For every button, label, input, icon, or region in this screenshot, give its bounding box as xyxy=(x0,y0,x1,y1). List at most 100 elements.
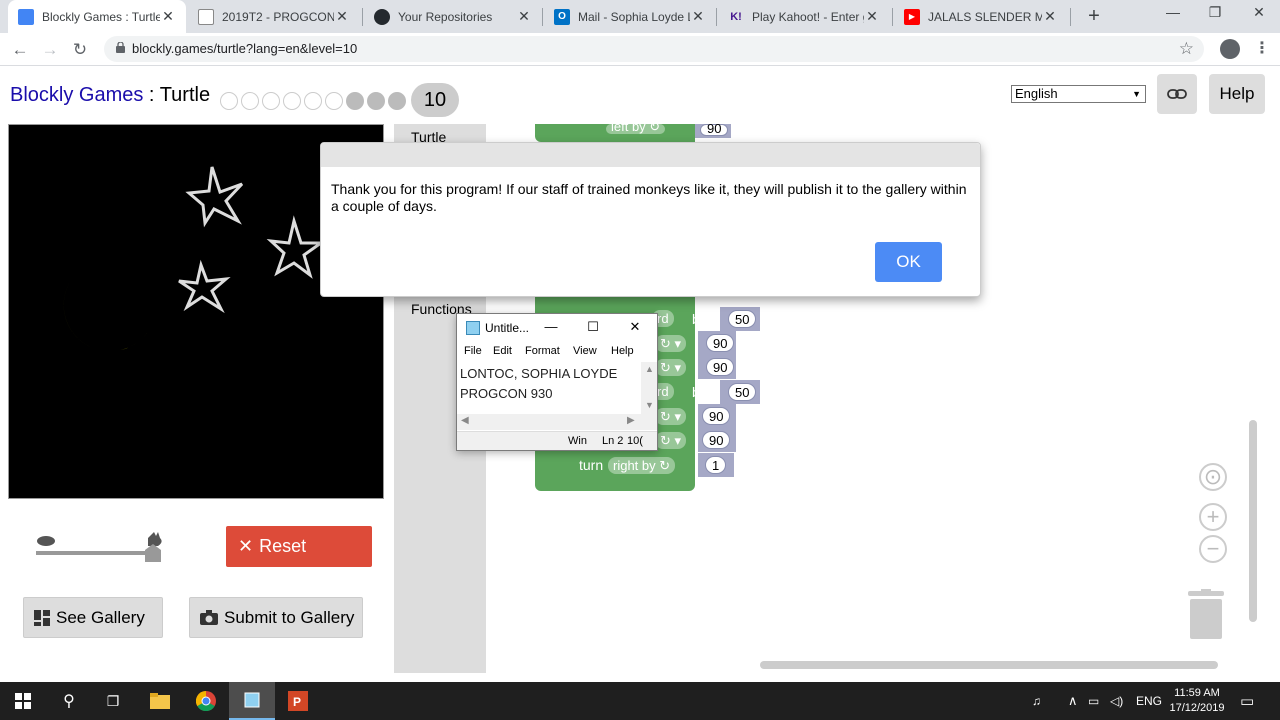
zoom-out-icon[interactable]: − xyxy=(1199,535,1227,563)
close-tab-icon[interactable]: ✕ xyxy=(1042,8,1058,25)
level-dot[interactable] xyxy=(283,91,301,110)
reset-button[interactable]: ✕ Reset xyxy=(226,526,372,567)
bookmark-star-icon[interactable]: ☆ xyxy=(1179,39,1194,59)
menu-help[interactable]: Help xyxy=(611,345,634,357)
language-select[interactable]: English ▼ xyxy=(1011,85,1146,103)
restore-icon[interactable]: ❐ xyxy=(1192,4,1238,21)
close-window-icon[interactable]: ✕ xyxy=(625,319,645,335)
forward-arrow-icon[interactable]: → xyxy=(38,38,62,62)
turn-direction-dropdown[interactable]: ↻ ▾ xyxy=(655,408,687,425)
zoom-in-icon[interactable]: + xyxy=(1199,503,1227,531)
taskbar-clock[interactable]: 11:59 AM 17/12/2019 xyxy=(1168,686,1226,716)
tab-kahoot[interactable]: K! Play Kahoot! - Enter ga ✕ xyxy=(718,0,890,33)
tab-title: 2019T2 - PROGCON 93 xyxy=(222,9,334,24)
menu-file[interactable]: File xyxy=(464,345,482,357)
recenter-icon[interactable]: ⊙ xyxy=(1199,463,1227,491)
people-icon[interactable]: ♫ xyxy=(1032,682,1041,720)
tab-github[interactable]: Your Repositories ✕ xyxy=(364,0,542,33)
menu-view[interactable]: View xyxy=(573,345,597,357)
task-view-icon[interactable]: ❐ xyxy=(90,682,136,720)
search-icon[interactable]: ⚲ xyxy=(46,682,92,720)
reload-icon[interactable]: ↻ xyxy=(68,38,92,62)
level-dot-done[interactable] xyxy=(388,91,406,110)
menu-edit[interactable]: Edit xyxy=(493,345,512,357)
notepad-taskbar-icon[interactable] xyxy=(229,682,275,720)
link-button[interactable] xyxy=(1157,74,1197,114)
minimize-icon[interactable]: — xyxy=(1150,4,1196,20)
profile-avatar-icon[interactable] xyxy=(1220,39,1240,59)
github-icon xyxy=(374,8,390,25)
turn-direction-dropdown[interactable]: ↻ ▾ xyxy=(655,335,687,352)
input-language[interactable]: ENG xyxy=(1136,682,1162,720)
number-field[interactable]: 50 xyxy=(728,310,757,328)
scroll-down-icon[interactable]: ▼ xyxy=(645,400,654,410)
level-dot[interactable] xyxy=(220,91,238,110)
new-tab-button[interactable]: + xyxy=(1082,4,1106,28)
back-arrow-icon[interactable]: ← xyxy=(8,38,32,62)
blockly-games-link[interactable]: Blockly Games xyxy=(10,84,143,106)
close-window-icon[interactable]: ✕ xyxy=(1236,4,1280,21)
level-dot[interactable] xyxy=(262,91,280,110)
turn-direction-dropdown[interactable]: right by ↻ xyxy=(608,457,676,474)
volume-icon[interactable]: ◁) xyxy=(1110,682,1123,720)
maximize-icon[interactable]: ☐ xyxy=(583,319,603,335)
close-tab-icon[interactable]: ✕ xyxy=(334,8,350,25)
powerpoint-icon[interactable]: P xyxy=(275,682,321,720)
notepad-vertical-scrollbar[interactable]: ▲ ▼ xyxy=(641,362,657,414)
notifications-icon[interactable]: ▭ xyxy=(1240,682,1254,720)
help-button[interactable]: Help xyxy=(1209,74,1265,114)
text-line: LONTOC, SOPHIA LOYDE xyxy=(460,366,618,381)
dialog-header[interactable] xyxy=(321,143,980,167)
scroll-left-icon[interactable]: ◀ xyxy=(461,415,469,426)
current-level-badge[interactable]: 10 xyxy=(411,83,459,117)
close-tab-icon[interactable]: ✕ xyxy=(690,8,706,25)
number-field[interactable]: 50 xyxy=(728,383,757,401)
close-tab-icon[interactable]: ✕ xyxy=(864,8,880,25)
scroll-right-icon[interactable]: ▶ xyxy=(627,415,635,426)
number-field[interactable]: 90 xyxy=(700,122,729,136)
chrome-icon[interactable] xyxy=(183,682,229,720)
speed-slider[interactable] xyxy=(30,528,170,568)
windows-start-icon[interactable] xyxy=(0,682,46,720)
tab-divider xyxy=(542,8,543,26)
number-field[interactable]: 90 xyxy=(702,407,731,425)
level-dot-done[interactable] xyxy=(367,91,385,110)
scroll-up-icon[interactable]: ▲ xyxy=(645,364,654,374)
dialog-message: Thank you for this program! If our staff… xyxy=(331,181,967,214)
tab-youtube[interactable]: ▶ JALALS SLENDER MAN ✕ xyxy=(894,0,1068,33)
turn-direction-dropdown[interactable]: ↻ ▾ xyxy=(655,432,687,449)
level-dot[interactable] xyxy=(304,91,322,110)
number-field[interactable]: 90 xyxy=(702,431,731,449)
submit-gallery-button[interactable]: Submit to Gallery xyxy=(189,597,363,638)
number-field[interactable]: 90 xyxy=(706,334,735,352)
show-hidden-icons-icon[interactable]: ∧ xyxy=(1068,682,1078,720)
file-explorer-icon[interactable] xyxy=(137,682,183,720)
address-bar[interactable]: blockly.games/turtle?lang=en&level=10 ☆ xyxy=(104,36,1204,62)
turn-direction-dropdown[interactable]: ↻ ▾ xyxy=(655,359,687,376)
notepad-horizontal-scrollbar[interactable]: ◀ ▶ xyxy=(457,414,657,430)
see-gallery-button[interactable]: See Gallery xyxy=(23,597,163,638)
level-dot-done[interactable] xyxy=(346,91,364,110)
menu-format[interactable]: Format xyxy=(525,345,560,357)
level-dot[interactable] xyxy=(325,91,343,110)
turn-direction-dropdown[interactable]: left by ↻ xyxy=(606,120,666,134)
workspace-horizontal-scrollbar[interactable] xyxy=(760,661,1218,669)
browser-menu-icon[interactable]: ⋮ xyxy=(1254,38,1270,58)
minimize-icon[interactable]: — xyxy=(541,319,561,334)
tab-blockly-turtle[interactable]: Blockly Games : Turtle ✕ xyxy=(8,0,186,33)
level-dot[interactable] xyxy=(241,91,259,110)
rabbit-icon xyxy=(148,532,162,546)
close-tab-icon[interactable]: ✕ xyxy=(160,8,176,25)
network-icon[interactable]: ▭ xyxy=(1088,682,1099,720)
notepad-titlebar[interactable]: Untitle... — ☐ ✕ xyxy=(457,314,657,342)
number-field[interactable]: 90 xyxy=(706,358,735,376)
tab-progcon[interactable]: 2019T2 - PROGCON 93 ✕ xyxy=(188,0,360,33)
trash-icon[interactable] xyxy=(1186,589,1226,641)
close-tab-icon[interactable]: ✕ xyxy=(516,8,532,25)
tab-mail[interactable]: O Mail - Sophia Loyde Lo ✕ xyxy=(544,0,716,33)
workspace-vertical-scrollbar[interactable] xyxy=(1249,420,1257,622)
ok-button[interactable]: OK xyxy=(875,242,942,282)
gallery-grid-icon xyxy=(34,609,50,626)
number-field[interactable]: 1 xyxy=(705,456,727,474)
notepad-text-area[interactable]: LONTOC, SOPHIA LOYDE PROGCON 930 xyxy=(460,364,640,404)
